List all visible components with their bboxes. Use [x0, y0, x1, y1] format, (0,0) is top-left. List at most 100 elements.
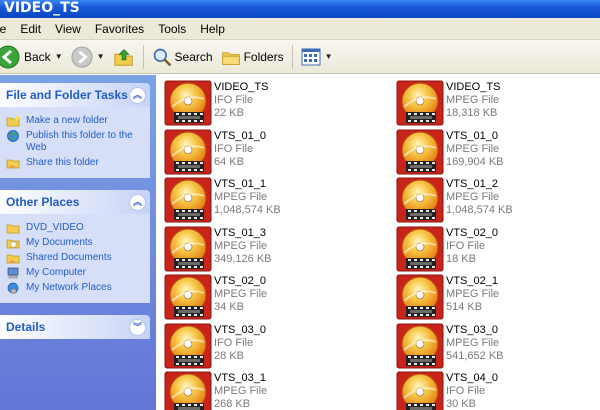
other-places-header[interactable]: Other Places ︽: [0, 190, 150, 214]
menu-tools[interactable]: Tools: [152, 18, 194, 40]
place-label: My Documents: [26, 237, 93, 248]
file-list: VIDEO_TS IFO File 22 KB VIDEO_TS MPEG File 18…: [156, 75, 600, 410]
views-button[interactable]: ▼: [297, 43, 337, 71]
file-item[interactable]: VTS_02_0 IFO File 18 KB: [396, 225, 600, 271]
file-folder-tasks-header[interactable]: File and Folder Tasks ︽: [0, 83, 150, 107]
dvd-media-file-icon: [396, 273, 444, 321]
other-places-panel: Other Places ︽ DVD_VIDEO My Documents Sh…: [0, 190, 150, 303]
dvd-media-file-icon: [164, 273, 212, 321]
file-item[interactable]: VIDEO_TS IFO File 22 KB: [164, 79, 374, 126]
toolbar-separator: [142, 44, 144, 69]
file-type: MPEG File: [446, 336, 500, 349]
expand-chevron-icon[interactable]: ︾: [129, 318, 146, 336]
file-item[interactable]: VTS_03_0 MPEG File 541,652 KB: [396, 322, 600, 368]
task-share-folder[interactable]: Share this folder: [6, 157, 146, 169]
file-name: VTS_02_0: [214, 275, 266, 287]
dvd-media-file-icon: [164, 128, 212, 176]
menu-view[interactable]: View: [49, 18, 89, 40]
file-name: VTS_04_0: [446, 372, 498, 384]
file-item[interactable]: VTS_02_0 MPEG File 34 KB: [164, 273, 374, 321]
file-size: 34 KB: [214, 301, 244, 313]
place-dvd-video[interactable]: DVD_VIDEO: [6, 222, 146, 234]
file-type: MPEG File: [446, 142, 500, 155]
file-name: VIDEO_TS: [214, 81, 269, 93]
file-size: 1,048,574 KB: [214, 204, 281, 216]
up-folder-button[interactable]: [109, 43, 139, 71]
file-text: VTS_01_3 MPEG File 349,126 KB: [214, 227, 272, 271]
file-item[interactable]: VTS_03_1 MPEG File 268 KB: [164, 370, 374, 410]
new-folder-icon: [6, 116, 20, 127]
file-item[interactable]: VIDEO_TS MPEG File 18,318 KB: [396, 79, 600, 127]
file-type: MPEG File: [446, 94, 500, 106]
collapse-chevron-icon[interactable]: ︽: [129, 193, 146, 211]
file-size: 349,126 KB: [214, 252, 272, 265]
views-dropdown-arrow-icon[interactable]: ▼: [325, 52, 333, 61]
other-places-body: DVD_VIDEO My Documents Shared Documents …: [0, 214, 150, 303]
file-item[interactable]: VTS_02_1 MPEG File 514 KB: [396, 273, 600, 321]
file-folder-tasks-body: Make a new folder Publish this folder to…: [0, 107, 150, 178]
place-shared-documents[interactable]: Shared Documents: [6, 252, 146, 264]
place-label: My Network Places: [26, 282, 112, 293]
file-size: 514 KB: [446, 301, 483, 313]
menu-file[interactable]: le: [0, 18, 14, 40]
file-item[interactable]: VTS_04_0 IFO File 30 KB: [396, 370, 600, 410]
forward-arrow-icon: [71, 45, 93, 68]
file-item[interactable]: VTS_01_0 MPEG File 169,904 KB: [396, 128, 600, 174]
file-item[interactable]: VTS_01_0 IFO File 64 KB: [164, 128, 374, 174]
file-folder-tasks-title: File and Folder Tasks: [6, 88, 128, 102]
collapse-chevron-icon[interactable]: ︽: [129, 86, 146, 104]
menu-favorites[interactable]: Favorites: [89, 18, 152, 40]
dvd-media-file-icon: [396, 370, 444, 410]
file-type: MPEG File: [214, 191, 268, 203]
place-my-documents[interactable]: My Documents: [6, 237, 146, 249]
details-header[interactable]: Details ︾: [0, 315, 150, 339]
window-titlebar[interactable]: VIDEO_TS: [0, 0, 600, 18]
file-item[interactable]: VTS_01_1 MPEG File 1,048,574 KB: [164, 176, 374, 224]
other-places-title: Other Places: [6, 195, 80, 209]
search-icon: [153, 48, 171, 66]
back-dropdown-arrow-icon[interactable]: ▼: [55, 52, 63, 61]
file-size: 18,318 KB: [446, 107, 498, 119]
file-text: VTS_03_0 IFO File 28 KB: [214, 324, 266, 368]
file-type: MPEG File: [214, 385, 268, 397]
file-name: VTS_02_0: [446, 226, 498, 239]
task-pane: File and Folder Tasks ︽ Make a new folde…: [0, 75, 156, 410]
file-size: 64 KB: [214, 155, 244, 168]
dvd-media-file-icon: [164, 176, 212, 224]
menu-help[interactable]: Help: [194, 18, 233, 40]
file-type: MPEG File: [446, 288, 500, 300]
place-my-computer[interactable]: My Computer: [6, 267, 146, 279]
file-item[interactable]: VTS_01_3 MPEG File 349,126 KB: [164, 225, 374, 271]
file-name: VTS_03_1: [214, 372, 266, 384]
task-label: Share this folder: [26, 157, 99, 168]
place-my-network-places[interactable]: My Network Places: [6, 282, 146, 294]
menu-edit[interactable]: Edit: [14, 18, 49, 40]
search-button[interactable]: Search: [148, 43, 217, 71]
file-size: 541,652 KB: [446, 349, 504, 362]
file-item[interactable]: VTS_03_0 IFO File 28 KB: [164, 322, 374, 368]
forward-dropdown-arrow-icon[interactable]: ▼: [97, 52, 105, 61]
publish-web-icon: [7, 130, 19, 142]
place-label: Shared Documents: [26, 252, 112, 263]
task-publish-folder[interactable]: Publish this folder to the Web: [6, 130, 146, 154]
back-label: Back: [24, 49, 51, 64]
file-name: VTS_01_3: [214, 226, 266, 239]
folders-label: Folders: [243, 49, 284, 64]
file-name: VIDEO_TS: [446, 81, 501, 93]
file-text: VTS_03_1 MPEG File 268 KB: [214, 372, 267, 410]
network-places-icon: [7, 282, 19, 294]
file-item[interactable]: VTS_01_2 MPEG File 1,048,574 KB: [396, 176, 600, 223]
dvd-media-file-icon: [396, 79, 444, 127]
window-title: VIDEO_TS: [4, 0, 80, 16]
file-size: 1,048,574 KB: [446, 204, 513, 216]
forward-button[interactable]: ▼: [67, 43, 109, 71]
file-name: VTS_01_0: [214, 129, 266, 142]
my-documents-icon: [6, 239, 20, 249]
back-button[interactable]: Back ▼: [0, 43, 67, 71]
folder-icon: [6, 224, 20, 234]
folders-button[interactable]: Folders: [217, 43, 288, 71]
file-size: 30 KB: [446, 398, 476, 410]
shared-documents-icon: [6, 254, 20, 264]
file-type: IFO File: [446, 239, 486, 252]
task-make-new-folder[interactable]: Make a new folder: [6, 115, 146, 127]
